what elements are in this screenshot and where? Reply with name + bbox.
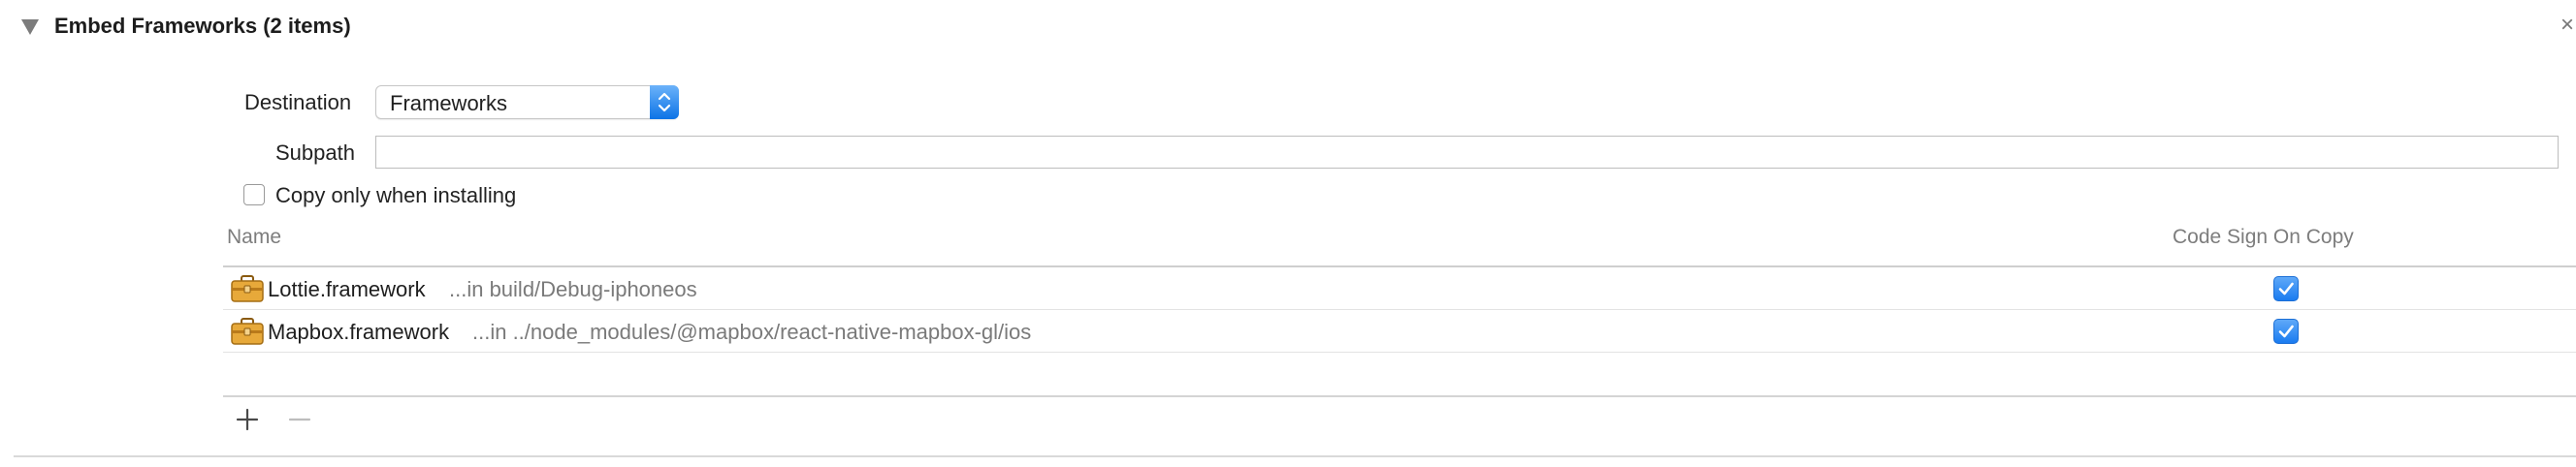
framework-path: ...in build/Debug-iphoneos bbox=[449, 277, 697, 301]
destination-label: Destination bbox=[244, 90, 352, 114]
framework-name: Mapbox.framework bbox=[268, 320, 450, 344]
code-sign-checkbox[interactable] bbox=[2273, 276, 2299, 301]
table-row[interactable]: Lottie.framework ...in build/Debug-iphon… bbox=[223, 267, 2576, 310]
row-divider bbox=[223, 352, 2576, 353]
minus-icon[interactable] bbox=[287, 406, 312, 433]
chevron-updown-icon bbox=[658, 92, 671, 112]
checkmark-icon bbox=[2278, 282, 2294, 296]
disclosure-triangle-icon[interactable] bbox=[21, 19, 39, 35]
destination-select-value: Frameworks bbox=[390, 91, 508, 115]
code-sign-checkbox[interactable] bbox=[2273, 319, 2299, 344]
section-title: Embed Frameworks (2 items) bbox=[54, 14, 351, 38]
embed-frameworks-panel: Embed Frameworks (2 items) × Destination… bbox=[0, 0, 2576, 467]
plus-icon[interactable] bbox=[234, 406, 261, 433]
copy-only-label: Copy only when installing bbox=[275, 183, 517, 207]
select-stepper[interactable] bbox=[650, 85, 679, 119]
table-footer-divider bbox=[223, 395, 2576, 397]
close-icon[interactable]: × bbox=[2560, 12, 2574, 39]
framework-briefcase-icon bbox=[231, 318, 264, 345]
subpath-field[interactable] bbox=[375, 136, 2559, 169]
section-header[interactable]: Embed Frameworks (2 items) × bbox=[0, 0, 2576, 58]
framework-briefcase-icon bbox=[231, 275, 264, 302]
subpath-label: Subpath bbox=[275, 140, 355, 165]
destination-select[interactable]: Frameworks bbox=[375, 85, 679, 119]
column-header-code-sign[interactable]: Code Sign On Copy bbox=[2173, 226, 2354, 249]
section-bottom-divider bbox=[14, 455, 2576, 457]
checkmark-icon bbox=[2278, 325, 2294, 338]
copy-only-checkbox[interactable] bbox=[243, 184, 265, 205]
table-row[interactable]: Mapbox.framework ...in ../node_modules/@… bbox=[223, 310, 2576, 353]
framework-name: Lottie.framework bbox=[268, 277, 426, 301]
column-header-name[interactable]: Name bbox=[227, 226, 281, 249]
framework-path: ...in ../node_modules/@mapbox/react-nati… bbox=[472, 320, 1032, 344]
